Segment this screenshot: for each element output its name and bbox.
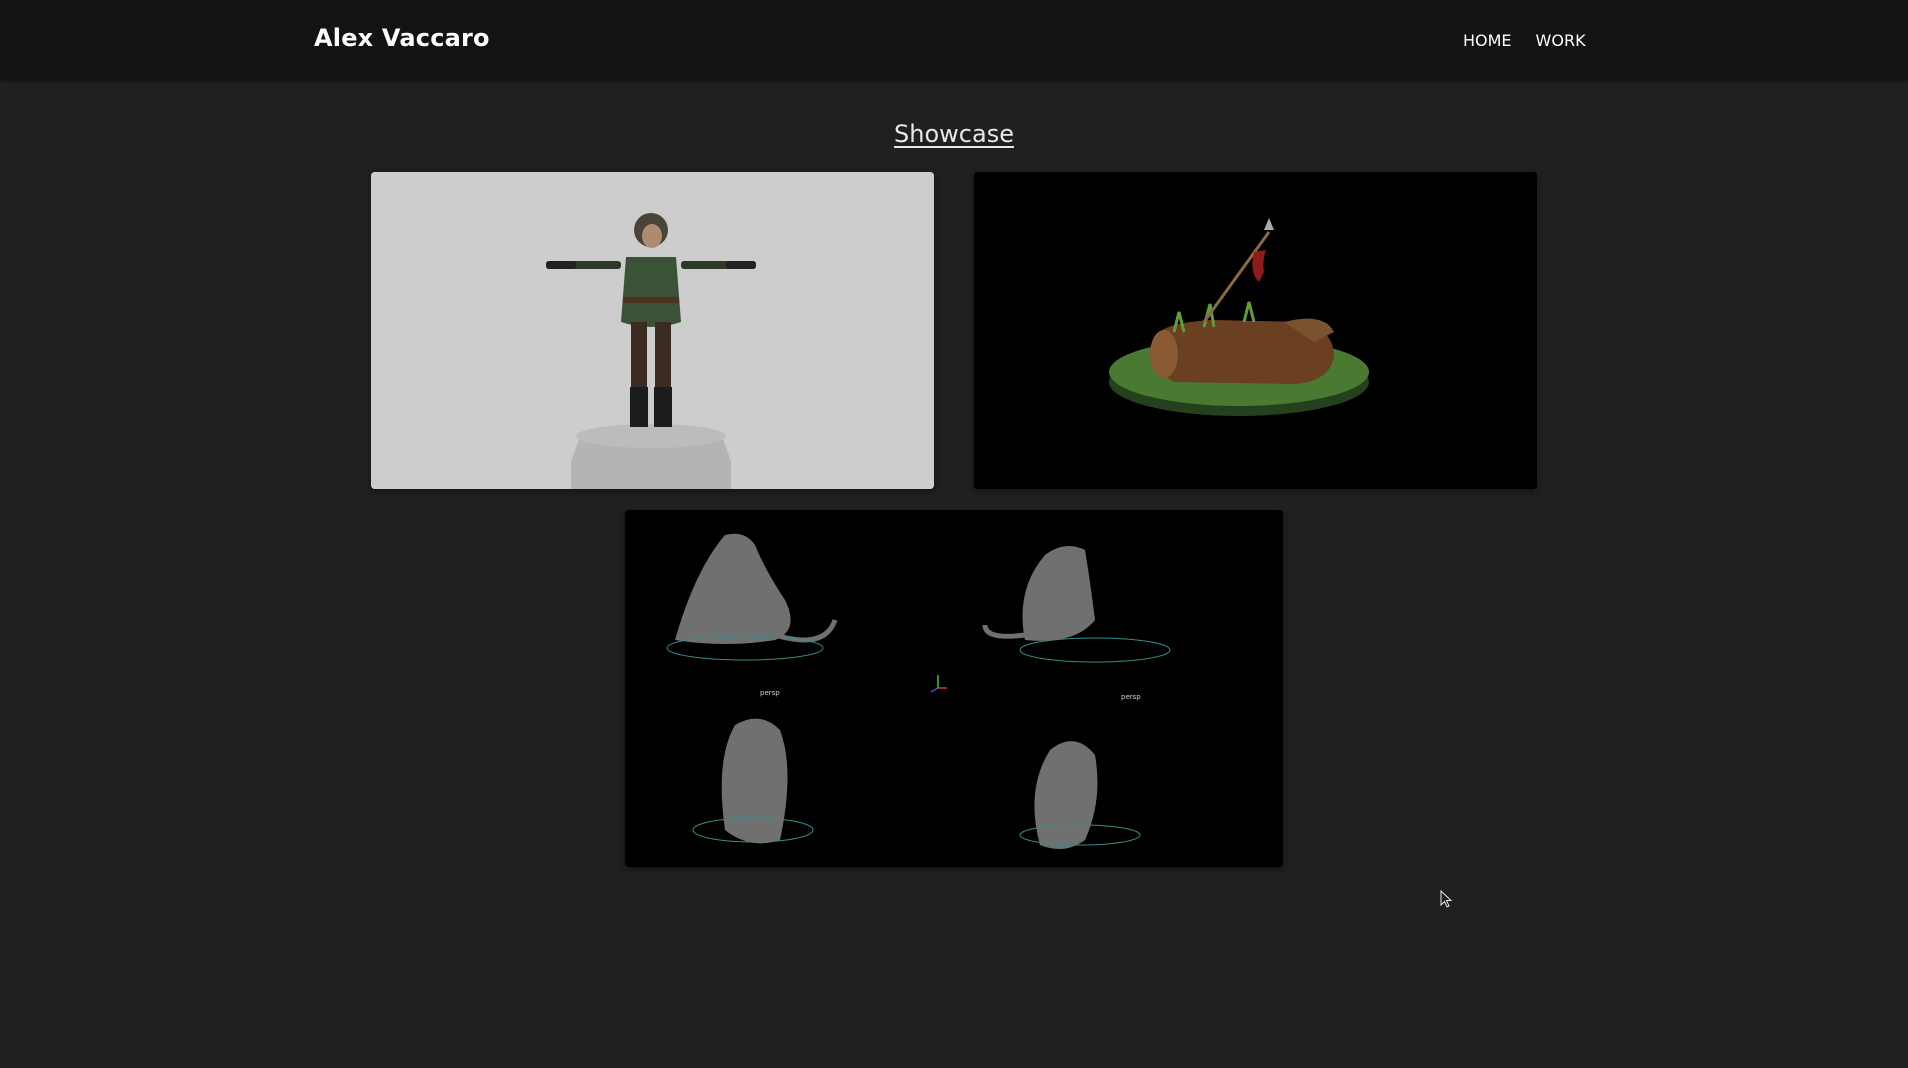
viewport-label-top-right: persp <box>1121 693 1141 701</box>
nav-link-work[interactable]: WORK <box>1536 31 1586 50</box>
showcase-card-character[interactable] <box>371 172 934 489</box>
showcase-card-panther[interactable]: persp persp <box>625 510 1283 867</box>
diorama-render-image <box>974 172 1537 489</box>
mouse-cursor-icon <box>1440 890 1453 908</box>
viewport-label-top-left: persp <box>760 689 780 697</box>
panther-viewports-image: persp persp <box>625 510 1283 867</box>
nav-link-home[interactable]: HOME <box>1463 31 1512 50</box>
brand-logo-link[interactable]: Alex Vaccaro <box>314 24 490 52</box>
section-title: Showcase <box>894 120 1014 148</box>
character-render-image <box>371 172 934 489</box>
nav-links: HOME WORK <box>1463 31 1610 50</box>
showcase-card-diorama[interactable] <box>974 172 1537 489</box>
navbar: Alex Vaccaro HOME WORK <box>0 0 1908 80</box>
